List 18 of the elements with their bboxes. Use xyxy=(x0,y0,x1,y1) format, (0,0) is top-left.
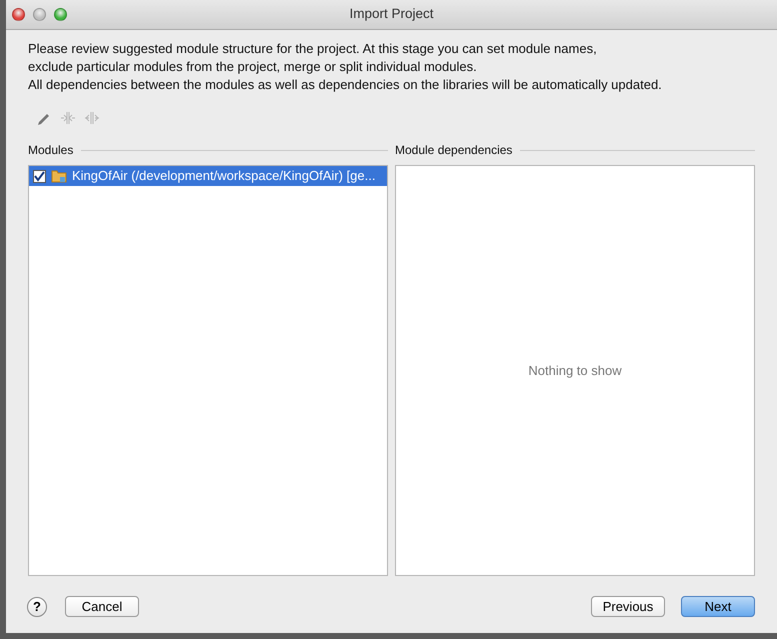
next-button[interactable]: Next xyxy=(681,596,755,617)
description-text: Please review suggested module structure for the project. At this stage you can set module names, xyxy=(28,40,598,58)
module-label: KingOfAir (/development/workspace/KingOfAir) [ge... xyxy=(72,167,376,186)
window-title: Import Project xyxy=(349,6,434,22)
dependencies-heading: Module dependencies xyxy=(395,142,512,159)
empty-message: Nothing to show xyxy=(528,362,622,380)
folder-icon xyxy=(51,169,67,183)
module-row[interactable]: KingOfAir (/development/workspace/KingOfAir) [ge... xyxy=(29,166,387,186)
description-text: exclude particular modules from the project, merge or split individual modules. xyxy=(28,58,478,76)
zoom-button[interactable] xyxy=(54,8,67,21)
modules-heading: Modules xyxy=(28,142,74,159)
description-text: All dependencies between the modules as well as dependencies on the libraries will be automatically updated. xyxy=(28,76,663,94)
close-button[interactable] xyxy=(12,8,25,21)
checkbox[interactable] xyxy=(33,170,46,182)
help-button[interactable]: ? xyxy=(27,596,47,616)
cancel-button[interactable]: Cancel xyxy=(65,596,139,617)
minimize-button[interactable] xyxy=(33,8,46,21)
previous-button[interactable]: Previous xyxy=(591,596,665,617)
